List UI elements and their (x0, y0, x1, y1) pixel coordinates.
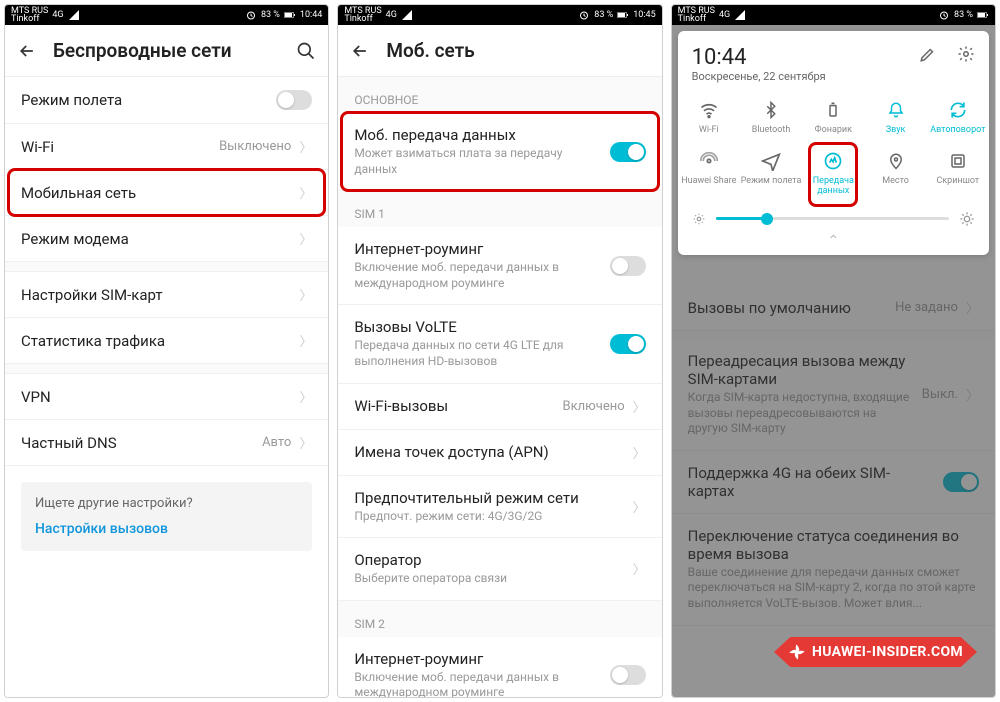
row-private-dns[interactable]: Частный DNS Авто 〉 (5, 420, 328, 466)
row-traffic-stats[interactable]: Статистика трафика 〉 (5, 318, 328, 364)
page-title: Моб. сеть (386, 39, 649, 62)
status-bar: MTS RUSTinkoff 4G 83 % 10:45 (338, 5, 661, 25)
qs-tile-location[interactable]: Место (864, 144, 926, 205)
back-icon[interactable] (17, 41, 37, 61)
row-wifi-calling[interactable]: Wi-Fi-вызовы Включено 〉 (338, 384, 661, 430)
signal-icon (68, 9, 80, 21)
page-title: Беспроводные сети (53, 39, 280, 62)
phone-screenshot-1: MTS RUSTinkoff 4G 83 % 10:44 Беспроводны… (4, 4, 329, 698)
chevron-right-icon: 〉 (299, 387, 312, 406)
row-volte[interactable]: Вызовы VoLTE Передача данных по сети 4G … (338, 305, 661, 383)
qs-tile-screenshot[interactable]: Скриншот (927, 144, 989, 205)
edit-icon[interactable] (919, 45, 937, 63)
chevron-right-icon: 〉 (299, 229, 312, 248)
airplane-toggle[interactable] (276, 90, 312, 110)
chevron-right-icon: 〉 (299, 137, 312, 156)
roaming-toggle-sim2[interactable] (610, 665, 646, 685)
qs-date: Воскресенье, 22 сентября (692, 70, 826, 83)
chevron-right-icon: 〉 (299, 285, 312, 304)
chevron-right-icon: 〉 (633, 497, 646, 516)
battery-icon (284, 9, 296, 21)
row-tethering[interactable]: Режим модема 〉 (5, 216, 328, 262)
qs-tile-flashlight[interactable]: Фонарик (802, 93, 864, 144)
signal-icon (401, 9, 413, 21)
header: Моб. сеть (338, 25, 661, 77)
chevron-right-icon: 〉 (633, 559, 646, 578)
panel-handle-icon[interactable]: ⌃ (678, 233, 989, 249)
alarm-icon (938, 9, 950, 21)
row-airplane-mode[interactable]: Режим полета (5, 77, 328, 124)
call-settings-link[interactable]: Настройки вызовов (35, 521, 298, 537)
back-icon[interactable] (350, 41, 370, 61)
huawei-logo-icon (788, 643, 806, 661)
header: Беспроводные сети (5, 25, 328, 77)
row-preferred-network[interactable]: Предпочтительный режим сети Предпочт. ре… (338, 476, 661, 539)
section-sim2: SIM 2 (338, 601, 661, 637)
qs-tile-wifi[interactable]: Wi-Fi (678, 93, 740, 144)
section-sim1: SIM 1 (338, 191, 661, 227)
qs-tile-sound[interactable]: Звук (864, 93, 926, 144)
row-apn-sim1[interactable]: Имена точек доступа (APN) 〉 (338, 430, 661, 476)
status-bar: MTS RUSTinkoff 4G 83 % 10:44 (5, 5, 328, 25)
phone-screenshot-2: MTS RUSTinkoff 4G 83 % 10:45 Моб. сеть О… (337, 4, 662, 698)
chevron-right-icon: 〉 (633, 397, 646, 416)
qs-tile-mobile-data[interactable]: Передача данных (802, 144, 864, 205)
signal-icon (734, 9, 746, 21)
chevron-right-icon: 〉 (299, 331, 312, 350)
qs-tile-huawei-share[interactable]: Huawei Share (678, 144, 740, 205)
roaming-toggle-sim1[interactable] (610, 256, 646, 276)
row-roaming-sim2[interactable]: Интернет-роуминг Включение моб. передачи… (338, 637, 661, 697)
alarm-icon (578, 9, 590, 21)
gear-icon[interactable] (957, 45, 975, 63)
volte-toggle[interactable] (610, 334, 646, 354)
row-sim-settings[interactable]: Настройки SIM-карт 〉 (5, 272, 328, 318)
search-icon[interactable] (296, 41, 316, 61)
brightness-slider[interactable] (678, 205, 989, 233)
row-roaming-sim1[interactable]: Интернет-роуминг Включение моб. передачи… (338, 227, 661, 305)
qs-tile-airplane[interactable]: Режим по­лета (740, 144, 802, 205)
row-mobile-data[interactable]: Моб. передача данных Может взиматься пла… (338, 113, 661, 191)
row-vpn[interactable]: VPN 〉 (5, 374, 328, 420)
chevron-right-icon: 〉 (299, 183, 312, 202)
quick-settings-panel: 10:44 Воскресенье, 22 сентября Wi-Fi Blu… (678, 31, 989, 255)
row-mobile-network[interactable]: Мобильная сеть 〉 (5, 170, 328, 216)
chevron-right-icon: 〉 (633, 443, 646, 462)
battery-icon (617, 9, 629, 21)
row-operator[interactable]: Оператор Выберите оператора связи 〉 (338, 538, 661, 601)
row-wifi[interactable]: Wi-Fi Выключено 〉 (5, 124, 328, 170)
qs-tile-bluetooth[interactable]: Bluetooth (740, 93, 802, 144)
brightness-high-icon (959, 211, 975, 227)
alarm-icon (245, 9, 257, 21)
mobile-data-toggle[interactable] (610, 142, 646, 162)
section-main: ОСНОВНОЕ (338, 77, 661, 113)
brightness-low-icon (692, 212, 706, 226)
battery-icon (977, 9, 989, 21)
qs-time: 10:44 (692, 45, 826, 70)
chevron-right-icon: 〉 (299, 433, 312, 452)
watermark: HUAWEI-INSIDER.COM (774, 637, 977, 667)
phone-screenshot-3: MTS RUSTinkoff 4G 83 % Вызовы по умолчан… (671, 4, 996, 698)
hint-card: Ищете другие настройки? Настройки вызово… (21, 482, 312, 551)
qs-tile-autorotate[interactable]: Автоповорот (927, 93, 989, 144)
status-bar: MTS RUSTinkoff 4G 83 % (672, 5, 995, 25)
